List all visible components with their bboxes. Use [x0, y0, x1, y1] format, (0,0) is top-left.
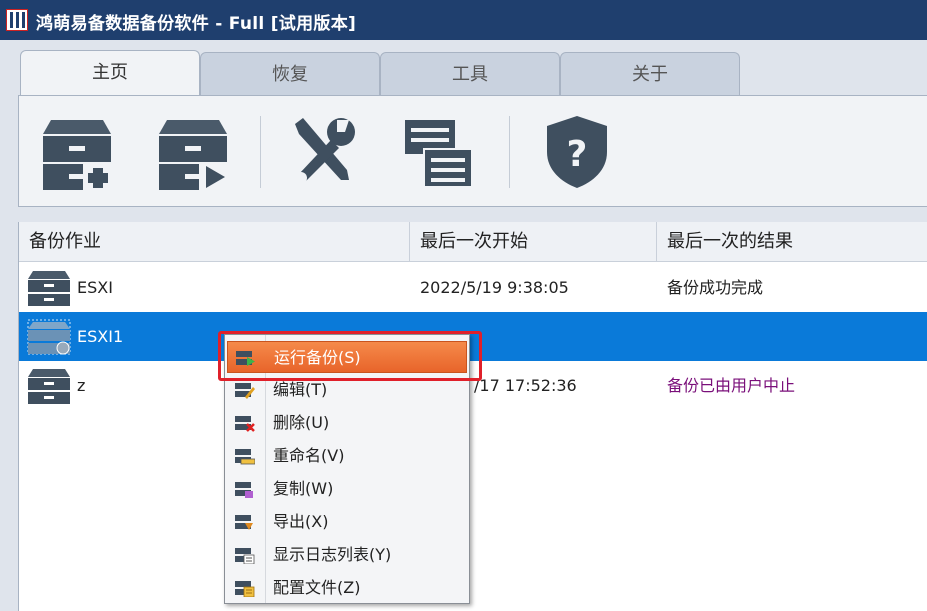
job-last-start: 2022/5/19 9:38:05: [420, 278, 569, 297]
backup-job-list: 备份作业 最后一次开始 最后一次的结果 ESXI 2022/5/19 9:38:…: [18, 222, 927, 611]
table-row[interactable]: ESXI 2022/5/19 9:38:05 备份成功完成: [19, 263, 927, 312]
job-last-result: 备份已由用户中止: [667, 376, 796, 395]
rename-icon: [235, 449, 255, 465]
run-backup-icon: [236, 351, 255, 366]
backup-job-icon: [28, 271, 70, 306]
backup-job-icon: [28, 369, 70, 404]
menu-item-label: 导出(X): [273, 512, 329, 531]
menu-item-label: 配置文件(Z): [273, 578, 361, 597]
job-name: ESXI1: [77, 327, 124, 346]
tab-about[interactable]: 关于: [560, 52, 740, 96]
svg-text:?: ?: [567, 134, 588, 175]
column-header-job[interactable]: 备份作业: [19, 222, 410, 262]
column-header-last-start[interactable]: 最后一次开始: [410, 222, 657, 262]
copy-icon: [235, 482, 253, 498]
table-row[interactable]: z /17 17:52:36 备份已由用户中止: [19, 361, 927, 410]
delete-icon: [235, 416, 255, 432]
log-list-icon: [235, 548, 255, 564]
config-file-icon: [235, 581, 255, 597]
toolbar-separator: [260, 116, 261, 188]
tab-tools[interactable]: 工具: [380, 52, 560, 96]
context-menu: 运行备份(S) 编辑(T) 删除(U) 重命名(V) 复制(W) 导出(X) 显…: [224, 334, 470, 604]
help-shield-icon[interactable]: ?: [541, 114, 613, 190]
job-name: z: [77, 376, 86, 395]
menu-item-rename[interactable]: 重命名(V): [227, 440, 467, 472]
menu-item-label: 显示日志列表(Y): [273, 545, 392, 564]
column-header-last-result[interactable]: 最后一次的结果: [657, 222, 927, 262]
edit-icon: [235, 383, 255, 399]
menu-item-label: 运行备份(S): [274, 348, 361, 367]
menu-item-label: 删除(U): [273, 413, 330, 432]
app-logo-icon: [6, 9, 28, 31]
tools-icon[interactable]: [287, 114, 359, 190]
menu-item-label: 复制(W): [273, 479, 334, 498]
job-name: ESXI: [77, 278, 113, 297]
ribbon-toolbar: ?: [18, 95, 927, 207]
window-title: 鸿萌易备数据备份软件 - Full [试用版本]: [36, 14, 357, 34]
toolbar-separator: [509, 116, 510, 188]
run-backup-icon[interactable]: [157, 114, 229, 190]
menu-item-export[interactable]: 导出(X): [227, 506, 467, 538]
backup-job-running-icon: [27, 319, 71, 355]
tab-bar: 主页 恢复 工具 关于: [0, 40, 927, 96]
job-last-start: /17 17:52:36: [474, 376, 577, 395]
menu-item-label: 编辑(T): [273, 380, 328, 399]
job-last-result: 备份成功完成: [667, 278, 764, 297]
tab-restore[interactable]: 恢复: [200, 52, 380, 96]
menu-item-copy[interactable]: 复制(W): [227, 473, 467, 505]
add-backup-job-icon[interactable]: [41, 114, 113, 190]
export-icon: [235, 515, 253, 530]
menu-item-config-file[interactable]: 配置文件(Z): [227, 572, 467, 604]
menu-item-label: 重命名(V): [273, 446, 345, 465]
menu-item-run-backup[interactable]: 运行备份(S): [227, 341, 467, 373]
menu-item-show-log-list[interactable]: 显示日志列表(Y): [227, 539, 467, 571]
logs-icon[interactable]: [403, 114, 475, 190]
list-header: 备份作业 最后一次开始 最后一次的结果: [19, 222, 927, 262]
title-bar: 鸿萌易备数据备份软件 - Full [试用版本]: [0, 0, 927, 40]
menu-item-edit[interactable]: 编辑(T): [227, 374, 467, 406]
table-row[interactable]: ESXI1: [19, 312, 927, 361]
menu-item-delete[interactable]: 删除(U): [227, 407, 467, 439]
tab-home[interactable]: 主页: [20, 50, 200, 96]
